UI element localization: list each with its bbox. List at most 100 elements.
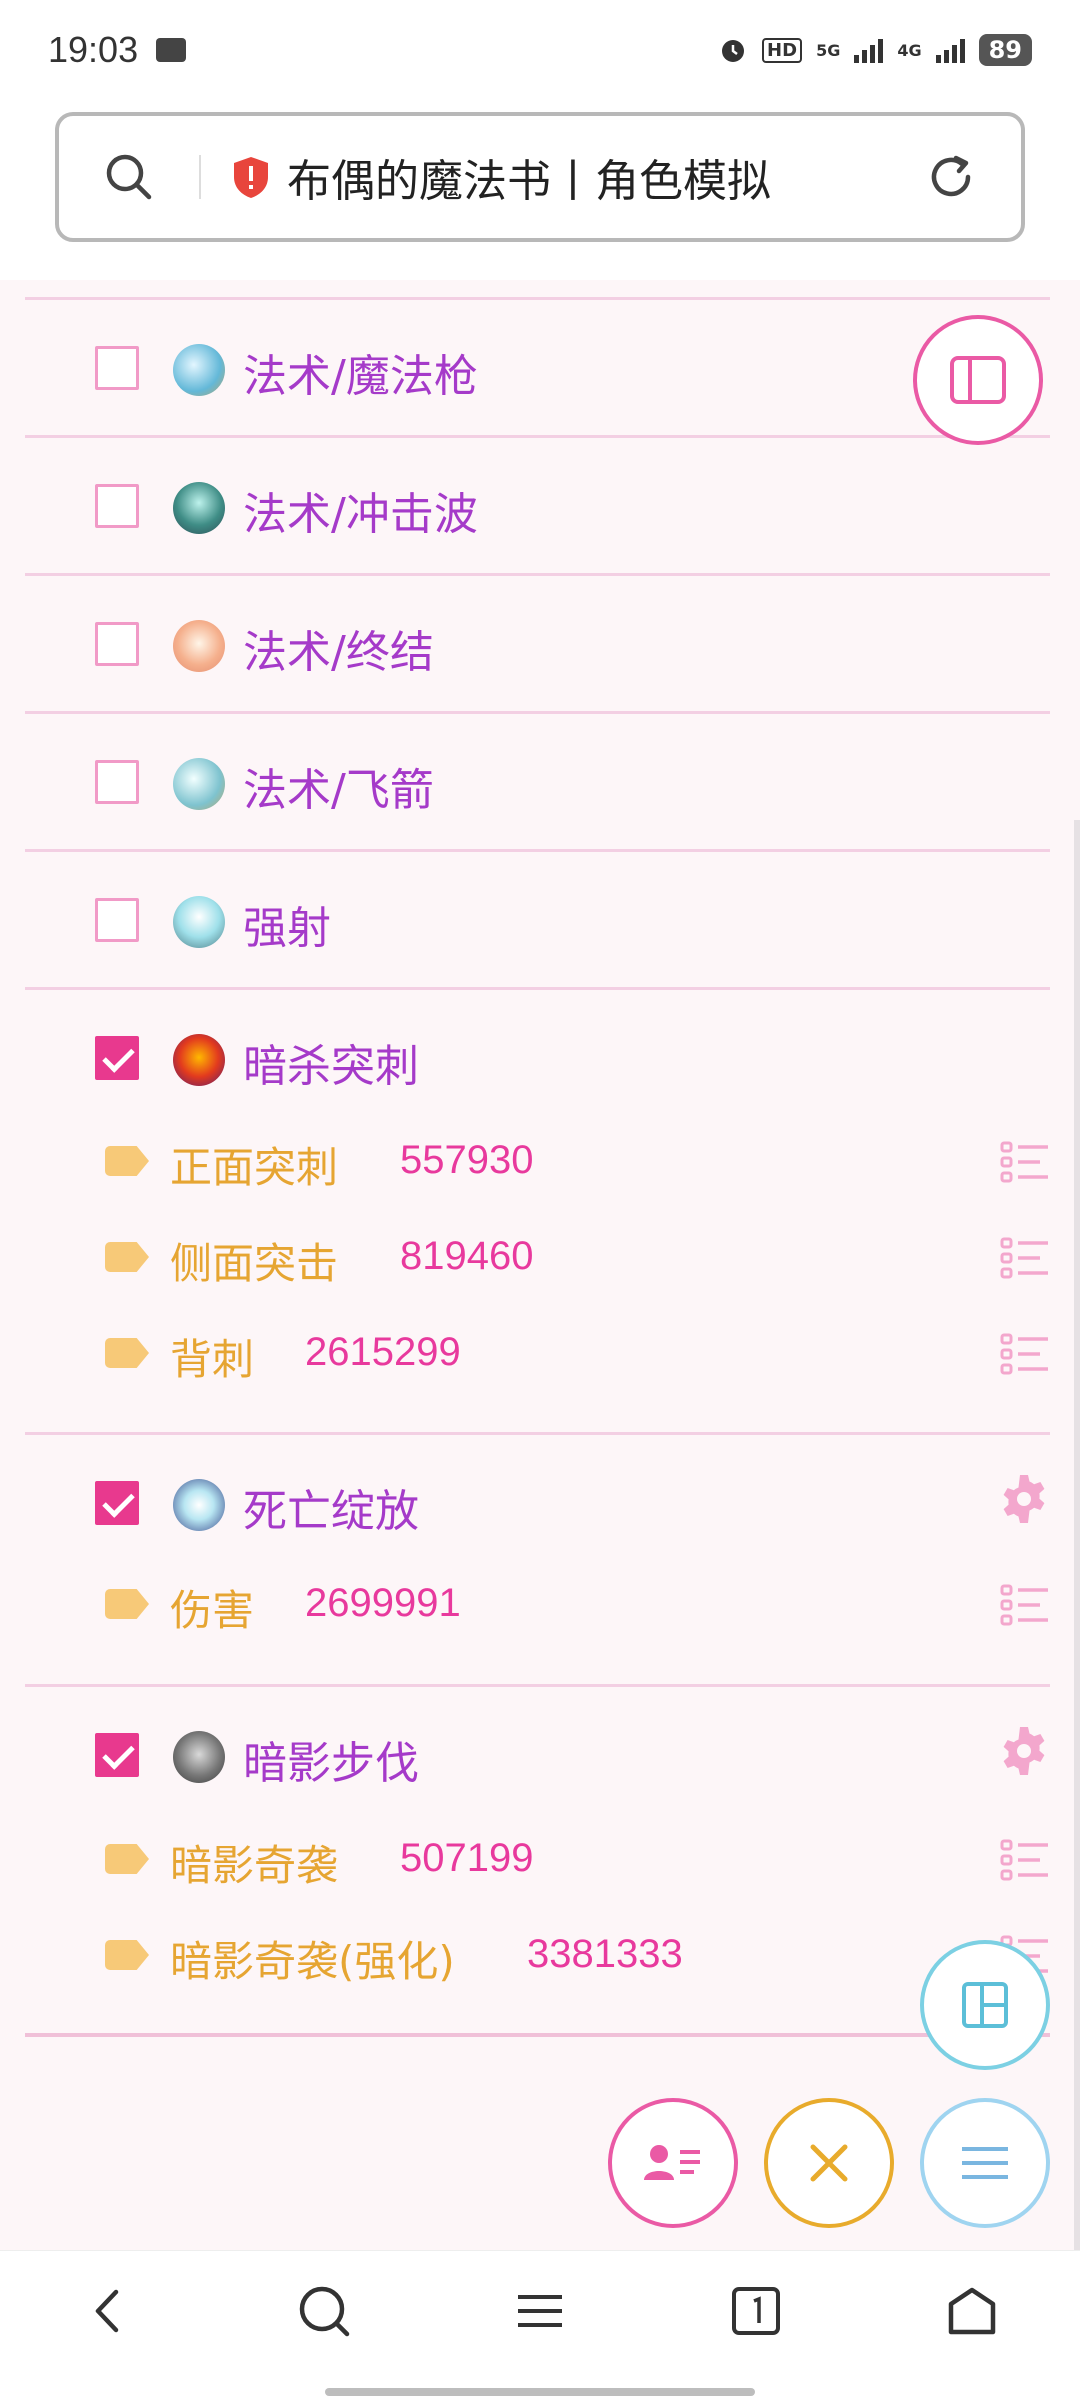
tag-icon xyxy=(105,1589,149,1619)
scrollbar[interactable] xyxy=(1074,820,1080,2250)
flying-arrow-icon xyxy=(173,758,225,810)
skill-name: 暗影步伐 xyxy=(243,1738,419,1789)
tabs-count-icon xyxy=(732,2286,780,2335)
phone-screen: 19:03 HD 5G 4G 89 布偶的魔法书丨角色模拟 法术/魔法枪 法术/… xyxy=(0,0,1080,2400)
damage-label: 正面突刺 xyxy=(170,1143,339,1192)
browser-nav-bar xyxy=(0,2250,1080,2400)
search-icon[interactable] xyxy=(59,116,199,238)
damage-value: 2615299 xyxy=(305,1330,461,1374)
address-bar[interactable]: 布偶的魔法书丨角色模拟 xyxy=(55,112,1025,242)
skill-name: 强射 xyxy=(243,903,331,954)
tag-icon xyxy=(105,1242,149,1272)
skill-checkbox[interactable] xyxy=(95,898,139,942)
skill-name: 法术/魔法枪 xyxy=(243,351,478,402)
hamburger-icon xyxy=(962,2147,1008,2179)
page-title: 布偶的魔法书丨角色模拟 xyxy=(287,156,771,207)
battery-indicator: 89 xyxy=(978,34,1032,66)
skill-name: 法术/飞箭 xyxy=(243,765,434,816)
home-indicator[interactable] xyxy=(325,2388,755,2396)
skill-row[interactable]: 强射 xyxy=(25,852,1050,990)
damage-label: 暗影奇袭 xyxy=(170,1841,339,1890)
details-list-icon[interactable] xyxy=(1000,1583,1050,1627)
skill-name: 法术/冲击波 xyxy=(243,489,478,540)
tag-icon xyxy=(105,1940,149,1970)
reload-icon[interactable] xyxy=(881,116,1021,238)
skill-checkbox[interactable] xyxy=(95,484,139,528)
search-icon xyxy=(299,2286,350,2336)
skill-checkbox-checked[interactable] xyxy=(95,1036,139,1080)
signal-5g-icon xyxy=(854,37,884,63)
damage-value: 507199 xyxy=(400,1836,534,1880)
damage-entry: 暗影奇袭 507199 xyxy=(25,1830,1050,1890)
close-icon xyxy=(810,2144,848,2182)
status-indicators: HD 5G 4G 89 xyxy=(718,34,1032,66)
close-button[interactable] xyxy=(764,2098,894,2228)
home-icon xyxy=(948,2287,996,2334)
menu-nav-button[interactable] xyxy=(490,2266,590,2356)
damage-entry: 背刺 2615299 xyxy=(25,1324,1050,1384)
skill-checkbox-checked[interactable] xyxy=(95,1481,139,1525)
damage-label: 背刺 xyxy=(170,1335,255,1384)
skill-checkbox[interactable] xyxy=(95,622,139,666)
network-4g-label: 4G xyxy=(897,40,922,60)
damage-label: 暗影奇袭(强化) xyxy=(170,1937,455,1986)
damage-entry: 正面突刺 557930 xyxy=(25,1132,1050,1192)
tabs-button[interactable] xyxy=(706,2266,806,2356)
details-list-icon[interactable] xyxy=(1000,1140,1050,1184)
character-card-button[interactable] xyxy=(608,2098,738,2228)
skill-row[interactable]: 法术/终结 xyxy=(25,576,1050,714)
skill-row-expanded[interactable]: 暗影步伐 暗影奇袭 507199 暗影奇袭(强化) 3381333 xyxy=(25,1687,1050,2037)
back-arrow-icon xyxy=(95,2289,119,2332)
shield-warning-icon xyxy=(234,157,268,198)
shockwave-icon xyxy=(173,482,225,534)
sidebar-toggle-button[interactable] xyxy=(913,315,1043,445)
signal-4g-icon xyxy=(935,37,965,63)
details-list-icon[interactable] xyxy=(1000,1838,1050,1882)
menu-button[interactable] xyxy=(920,2098,1050,2228)
layout-button[interactable] xyxy=(920,1940,1050,2070)
tag-icon xyxy=(105,1146,149,1176)
gear-icon[interactable] xyxy=(998,1473,1050,1525)
back-button[interactable] xyxy=(58,2266,158,2356)
power-shot-icon xyxy=(173,896,225,948)
tag-icon xyxy=(105,1338,149,1368)
gear-icon[interactable] xyxy=(998,1725,1050,1777)
notification-icon xyxy=(156,38,187,62)
skill-list: 法术/魔法枪 法术/冲击波 法术/终结 法术/飞箭 强射 暗杀突刺 正面突刺 5… xyxy=(0,280,1080,2250)
tag-icon xyxy=(105,1844,149,1874)
details-list-icon[interactable] xyxy=(1000,1236,1050,1280)
damage-entry: 侧面突击 819460 xyxy=(25,1228,1050,1288)
alarm-icon xyxy=(722,40,745,62)
damage-value: 3381333 xyxy=(527,1932,683,1976)
skill-row[interactable]: 法术/魔法枪 xyxy=(25,300,1050,438)
death-bloom-icon xyxy=(173,1479,225,1531)
details-list-icon[interactable] xyxy=(1000,1332,1050,1376)
status-bar: 19:03 HD 5G 4G 89 xyxy=(0,0,1080,100)
assassinate-thrust-icon xyxy=(173,1034,225,1086)
skill-row-expanded[interactable]: 暗杀突刺 正面突刺 557930 侧面突击 819460 背刺 2615299 xyxy=(25,990,1050,1435)
damage-label: 侧面突击 xyxy=(170,1239,339,1288)
damage-entry: 伤害 2699991 xyxy=(25,1575,1050,1635)
skill-checkbox[interactable] xyxy=(95,346,139,390)
skill-checkbox[interactable] xyxy=(95,760,139,804)
skill-checkbox-checked[interactable] xyxy=(95,1733,139,1777)
skill-row[interactable]: 法术/冲击波 xyxy=(25,438,1050,576)
damage-value: 819460 xyxy=(400,1234,534,1278)
damage-label: 伤害 xyxy=(170,1586,255,1635)
search-button[interactable] xyxy=(274,2266,374,2356)
skill-name: 死亡绽放 xyxy=(243,1486,419,1537)
damage-value: 557930 xyxy=(400,1138,534,1182)
finisher-icon xyxy=(173,620,225,672)
damage-value: 2699991 xyxy=(305,1581,461,1625)
layout-icon xyxy=(962,1982,1008,2028)
skill-row-expanded[interactable]: 死亡绽放 伤害 2699991 xyxy=(25,1435,1050,1687)
skill-name: 法术/终结 xyxy=(243,627,434,678)
sidebar-icon xyxy=(950,356,1006,404)
home-button[interactable] xyxy=(922,2266,1022,2356)
skill-row[interactable]: 法术/飞箭 xyxy=(25,714,1050,852)
shadow-step-icon xyxy=(173,1731,225,1783)
contact-card-icon xyxy=(644,2145,700,2180)
hd-badge: HD xyxy=(762,37,803,63)
damage-entry: 暗影奇袭(强化) 3381333 xyxy=(25,1926,1050,1986)
network-5g-label: 5G xyxy=(816,40,841,60)
